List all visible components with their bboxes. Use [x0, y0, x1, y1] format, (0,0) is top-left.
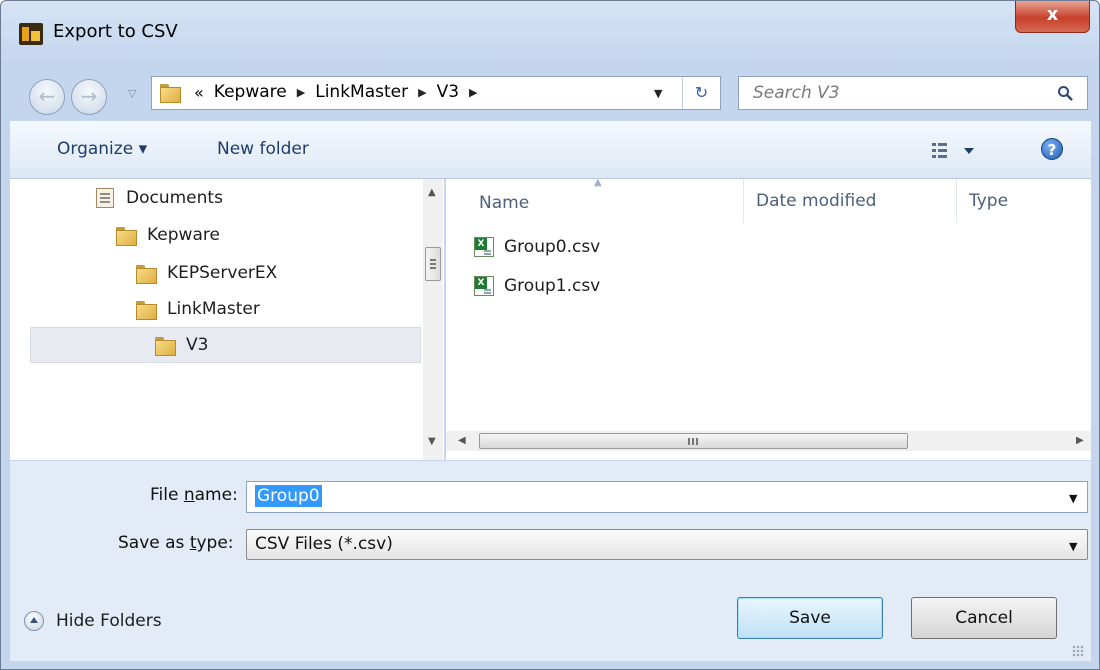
file-list[interactable]: Name ▲ Date modified Type Group0.csv Gro… [446, 177, 1091, 460]
file-name-input[interactable]: Group0 ▼ [246, 481, 1088, 513]
chevron-right-icon[interactable]: ▶ [418, 86, 426, 99]
address-bar[interactable]: « Kepware ▶ LinkMaster ▶ V3 ▶ ▼ ↻ [151, 76, 721, 110]
search-icon[interactable] [1057, 85, 1073, 101]
export-dialog: Export to CSV x ← → ▽ « Kepware ▶ LinkMa… [0, 0, 1100, 670]
refresh-icon[interactable]: ↻ [682, 77, 720, 109]
chevron-down-icon[interactable]: ▼ [1069, 492, 1077, 505]
file-row-group1[interactable]: Group1.csv [474, 276, 600, 296]
save-as-type-label: Save as type: [118, 533, 234, 553]
csv-file-icon [474, 237, 494, 257]
tree-item-kepserverex[interactable]: KEPServerEX [136, 263, 278, 284]
tree-item-label: LinkMaster [167, 299, 260, 319]
breadcrumb: « Kepware ▶ LinkMaster ▶ V3 ▶ [194, 82, 477, 102]
search-input[interactable]: Search V3 [738, 76, 1088, 110]
column-header-type[interactable]: Type [969, 191, 1008, 211]
change-view-icon[interactable] [930, 140, 982, 162]
forward-button[interactable]: → [71, 79, 107, 115]
scroll-right-icon[interactable]: ▶ [1076, 435, 1084, 446]
organize-menu-button[interactable]: Organize ▾ [57, 139, 147, 159]
save-button[interactable]: Save [737, 597, 883, 639]
breadcrumb-overflow[interactable]: « [194, 83, 204, 102]
tree-item-label: V3 [186, 335, 209, 355]
address-history-dropdown[interactable]: ▼ [654, 87, 662, 100]
new-folder-button[interactable]: New folder [217, 139, 309, 159]
file-name-value: Group0 [255, 485, 322, 507]
resize-grip-icon[interactable] [1072, 645, 1084, 657]
hide-folders-label: Hide Folders [56, 611, 162, 631]
document-library-icon [96, 188, 114, 208]
app-icon [19, 23, 43, 45]
file-name: Group0.csv [504, 237, 601, 257]
navigation-scrollbar[interactable]: ▲ ▼ [423, 179, 443, 460]
command-toolbar: Organize ▾ New folder ? [10, 121, 1091, 179]
tree-item-v3[interactable]: V3 [30, 327, 421, 363]
column-name-label: Name [479, 193, 530, 213]
breadcrumb-v3[interactable]: V3 [437, 82, 459, 102]
close-button[interactable]: x [1015, 1, 1090, 33]
save-as-type-select[interactable]: CSV Files (*.csv) ▼ [246, 529, 1088, 560]
save-form: File name: Group0 ▼ Save as type: CSV Fi… [10, 461, 1091, 661]
navigation-row: ← → ▽ « Kepware ▶ LinkMaster ▶ V3 ▶ ▼ ↻ … [1, 69, 1099, 121]
file-name: Group1.csv [504, 276, 601, 296]
search-placeholder: Search V3 [753, 83, 840, 103]
recent-locations-dropdown[interactable]: ▽ [128, 87, 136, 100]
file-list-horizontal-scrollbar[interactable]: ◀ ▶ [446, 431, 1091, 451]
title-bar[interactable]: Export to CSV x [1, 1, 1099, 69]
label-part: ame: [194, 485, 238, 505]
csv-file-icon [474, 276, 494, 296]
sort-ascending-icon: ▲ [594, 177, 602, 188]
scrollbar-thumb[interactable] [479, 433, 908, 449]
breadcrumb-linkmaster[interactable]: LinkMaster [315, 82, 408, 102]
tree-item-linkmaster[interactable]: LinkMaster [136, 299, 260, 320]
cancel-button[interactable]: Cancel [911, 597, 1057, 639]
help-icon[interactable]: ? [1041, 138, 1063, 160]
folder-icon [136, 300, 157, 320]
column-divider[interactable] [956, 179, 957, 223]
folder-icon [160, 84, 181, 103]
tree-item-kepware[interactable]: Kepware [116, 225, 220, 246]
label-part: ype: [196, 533, 234, 553]
scrollbar-thumb[interactable] [425, 247, 441, 281]
tree-item-documents[interactable]: Documents [96, 188, 223, 208]
tree-item-label: KEPServerEX [167, 263, 278, 283]
folder-icon [136, 264, 157, 284]
chevron-right-icon[interactable]: ▶ [297, 86, 305, 99]
column-header-date-modified[interactable]: Date modified [756, 191, 876, 211]
breadcrumb-kepware[interactable]: Kepware [214, 82, 287, 102]
chevron-right-icon[interactable]: ▶ [469, 86, 477, 99]
scroll-up-icon[interactable]: ▲ [428, 187, 436, 198]
hide-folders-button[interactable]: Hide Folders [24, 611, 162, 631]
file-name-label: File name: [150, 485, 238, 505]
collapse-up-icon [24, 611, 44, 631]
navigation-pane[interactable]: Documents Kepware KEPServerEX LinkMaster… [10, 179, 444, 460]
tree-item-label: Documents [126, 188, 223, 208]
folder-icon [155, 336, 176, 356]
save-as-type-value: CSV Files (*.csv) [255, 534, 393, 554]
tree-item-label: Kepware [147, 225, 220, 245]
back-button[interactable]: ← [29, 79, 65, 115]
file-row-group0[interactable]: Group0.csv [474, 237, 600, 257]
window-title: Export to CSV [53, 21, 178, 42]
scroll-down-icon[interactable]: ▼ [428, 436, 436, 447]
chevron-down-icon[interactable]: ▼ [1069, 540, 1077, 553]
folder-icon [116, 226, 137, 246]
label-part: File [150, 485, 184, 505]
label-accelerator: n [183, 485, 195, 505]
column-divider[interactable] [743, 179, 744, 223]
scroll-left-icon[interactable]: ◀ [458, 435, 466, 446]
label-part: Save as [118, 533, 190, 553]
column-header-name[interactable]: Name [479, 193, 529, 213]
